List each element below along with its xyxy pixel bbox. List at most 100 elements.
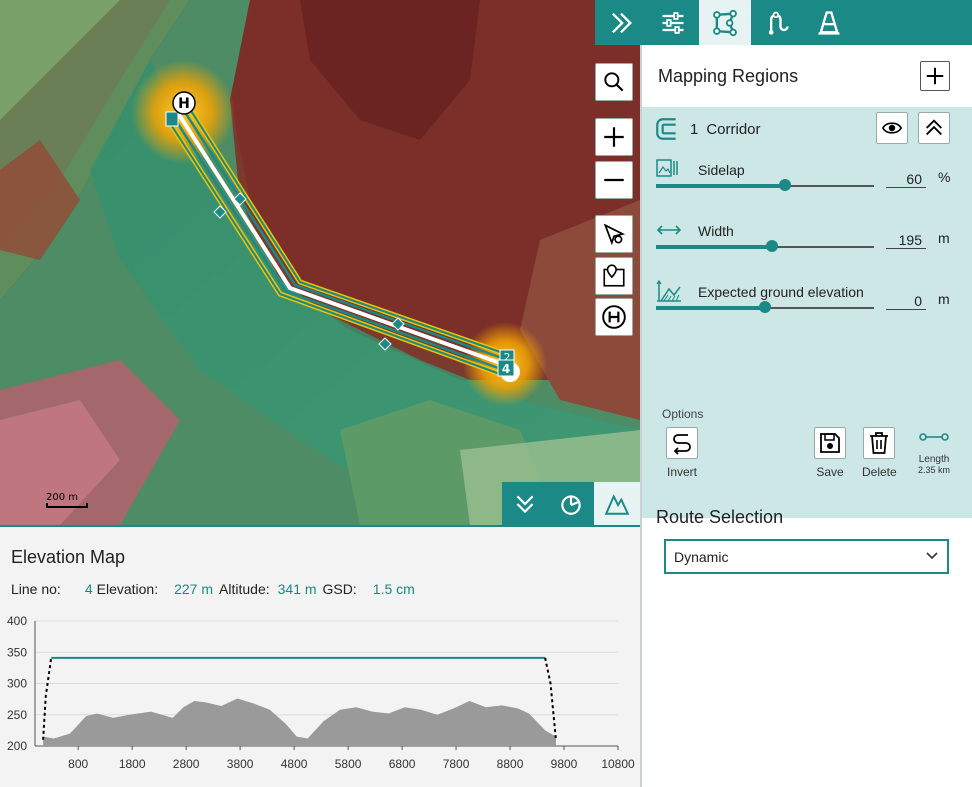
map-search-button[interactable] <box>595 63 633 101</box>
y-tick-label: 350 <box>7 645 27 659</box>
home-button[interactable] <box>595 298 633 336</box>
mapping-regions-panel: Mapping Regions 1 Corridor Sidelap 60 % … <box>640 45 972 787</box>
invert-route-icon <box>673 434 691 455</box>
elevation-label: Elevation: <box>96 581 159 597</box>
save-option: Save <box>814 427 846 479</box>
sidelap-slider-thumb[interactable] <box>778 179 791 191</box>
elevation-title: Elevation Map <box>11 547 126 567</box>
minus-icon <box>604 178 624 182</box>
mapping-regions-tab[interactable] <box>699 0 751 45</box>
map-bottom-tabs <box>502 482 640 525</box>
x-tick-label: 2800 <box>173 757 200 771</box>
double-chevron-right-icon <box>612 12 632 33</box>
length-value: 2.35 km <box>918 465 951 475</box>
floppy-disk-icon <box>820 433 840 453</box>
sidelap-slider[interactable] <box>656 179 874 191</box>
width-label: Width <box>698 223 734 239</box>
region-header[interactable]: 1 Corridor <box>642 107 972 151</box>
zoom-out-button[interactable] <box>595 161 633 199</box>
collapse-panel-tab[interactable] <box>502 482 548 525</box>
ground-elevation-setting: Expected ground elevation 0 m <box>642 273 972 334</box>
width-unit: m <box>938 230 950 246</box>
top-toolbar <box>595 0 972 45</box>
map-pin-icon <box>603 264 625 287</box>
route-selection-value: Dynamic <box>674 548 729 565</box>
drone-locate-icon <box>603 223 626 246</box>
sidelap-value[interactable]: 60 <box>886 171 926 188</box>
polygon-icon <box>713 9 737 36</box>
elevation-value: 227 m <box>174 581 214 597</box>
ground-elevation-slider-thumb[interactable] <box>759 301 771 313</box>
obstacles-tab[interactable] <box>803 0 855 45</box>
sidelap-setting: Sidelap 60 % <box>642 151 972 212</box>
pie-chart-icon <box>561 494 581 515</box>
ground-elevation-slider-fill <box>656 306 765 310</box>
ground-elevation-slider[interactable] <box>656 301 874 313</box>
helipad-icon <box>602 305 626 329</box>
region-number: 1 <box>690 120 699 138</box>
settings-tab[interactable] <box>647 0 699 45</box>
sidelap-icon <box>656 159 678 177</box>
elevation-stats: Line no: 4 Elevation: 227 m Altitude: 34… <box>11 581 421 597</box>
waypoint-start-marker[interactable] <box>165 111 179 127</box>
width-arrows-icon <box>656 225 682 235</box>
altitude-label: Altitude: <box>219 581 270 597</box>
x-tick-label: 8800 <box>497 757 524 771</box>
y-tick-label: 300 <box>7 677 27 691</box>
ground-elevation-label: Expected ground elevation <box>698 284 864 300</box>
ground-elevation-value[interactable]: 0 <box>886 293 926 310</box>
statistics-tab[interactable] <box>548 482 594 525</box>
length-icon <box>919 433 949 441</box>
delete-button[interactable] <box>863 427 896 459</box>
toggle-visibility-button[interactable] <box>876 112 908 144</box>
mountain-icon <box>604 493 630 515</box>
sidelap-label: Sidelap <box>698 162 745 178</box>
descent-line <box>544 657 557 740</box>
elevation-chart[interactable]: 200 250 300 350 400 800 1800 2800 3800 4800 5800 68… <box>0 607 640 787</box>
x-tick-label: 3800 <box>227 757 254 771</box>
save-button[interactable] <box>814 427 846 459</box>
ascent-line <box>42 657 53 740</box>
route-selection-dropdown[interactable]: Dynamic <box>664 539 949 574</box>
options-label: Options <box>662 407 704 421</box>
sidelap-slider-fill <box>656 184 785 188</box>
region-card: 1 Corridor Sidelap 60 % Width 195 m Expe… <box>642 107 972 574</box>
magnifier-icon <box>604 72 624 92</box>
map-view[interactable]: H 2 4 200 m <box>0 0 640 525</box>
locate-user-button[interactable] <box>595 257 633 295</box>
home-marker-label: H <box>178 96 190 112</box>
waypoint-4-label: 4 <box>502 362 510 376</box>
x-tick-label: 800 <box>68 757 88 771</box>
satellite-terrain: H 2 4 <box>0 0 640 525</box>
scale-label: 200 m <box>46 492 79 503</box>
collapse-region-button[interactable] <box>918 112 950 144</box>
locate-drone-button[interactable] <box>595 215 633 253</box>
sliders-icon <box>662 11 684 34</box>
scale-bar <box>46 503 88 508</box>
width-slider-thumb[interactable] <box>765 240 778 252</box>
zoom-in-button[interactable] <box>595 118 633 156</box>
terrain-elevation-icon <box>656 279 681 302</box>
plus-icon <box>926 67 944 85</box>
elevation-tab[interactable] <box>594 482 640 525</box>
plus-icon <box>604 127 624 147</box>
altitude-value: 341 m <box>277 581 317 597</box>
width-slider[interactable] <box>656 240 874 252</box>
sidelap-unit: % <box>938 169 951 185</box>
ground-elevation-unit: m <box>938 291 950 307</box>
width-value[interactable]: 195 <box>886 232 926 249</box>
save-label: Save <box>816 465 844 479</box>
length-info: Length 2.35 km <box>918 429 950 475</box>
invert-button[interactable] <box>666 427 698 459</box>
terrain-area <box>43 698 556 746</box>
add-region-button[interactable] <box>920 61 950 91</box>
trash-icon <box>870 432 889 454</box>
x-tick-label: 9800 <box>551 757 578 771</box>
collapse-sidebar-button[interactable] <box>595 0 647 45</box>
y-tick-label: 250 <box>7 708 27 722</box>
route-tab[interactable] <box>751 0 803 45</box>
line-no-value: 4 <box>84 581 93 597</box>
x-tick-label: 5800 <box>335 757 362 771</box>
gsd-value: 1.5 cm <box>372 581 415 597</box>
panel-header: Mapping Regions <box>642 45 972 107</box>
